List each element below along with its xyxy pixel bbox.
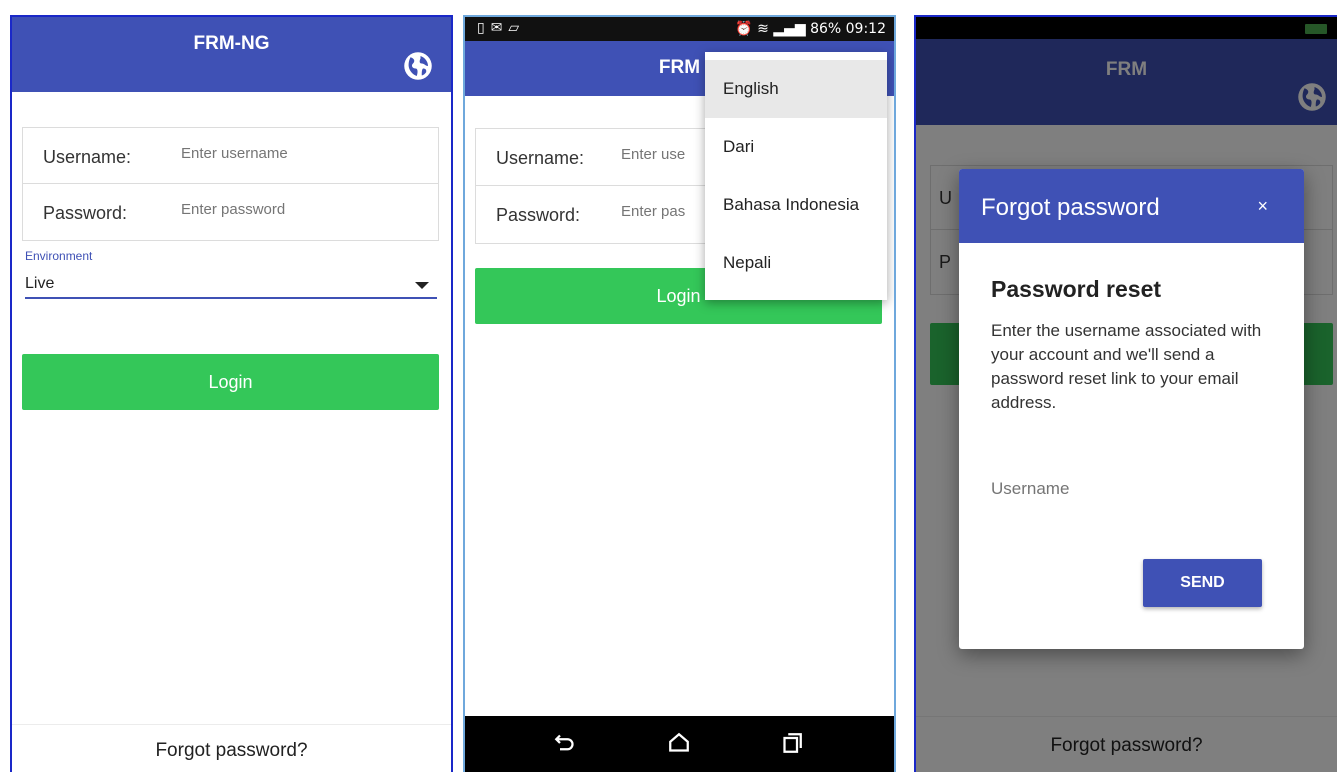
- forgot-password-dialog: Forgot password × Password reset Enter t…: [959, 169, 1304, 649]
- language-option-english[interactable]: English: [705, 60, 887, 118]
- panel-language-menu: ▯✉▱ ⏰ ≋ ▂▄▆ 86% 09:12 FRM Username: Pass…: [463, 15, 896, 772]
- panel-forgot-password-dialog: FRM U P Forgot password? Forgot password…: [914, 15, 1337, 772]
- dialog-title: Forgot password: [981, 194, 1160, 221]
- environment-select[interactable]: Live: [25, 271, 437, 299]
- password-input[interactable]: [621, 203, 701, 220]
- username-row: Username:: [23, 128, 438, 184]
- dropdown-arrow-icon: [415, 282, 429, 289]
- password-input[interactable]: [181, 201, 421, 218]
- close-button[interactable]: ×: [1257, 196, 1268, 217]
- status-bar: ▯✉▱ ⏰ ≋ ▂▄▆ 86% 09:12: [465, 17, 894, 41]
- login-button[interactable]: Login: [22, 354, 439, 410]
- forgot-password-link[interactable]: Forgot password?: [12, 724, 451, 772]
- android-nav-bar: [465, 716, 894, 772]
- environment-value: Live: [25, 275, 55, 292]
- language-option-dari[interactable]: Dari: [705, 118, 887, 176]
- recents-icon[interactable]: [777, 728, 807, 758]
- username-label: Username:: [43, 147, 132, 167]
- language-option-bahasa-indonesia[interactable]: Bahasa Indonesia: [705, 176, 887, 234]
- username-input[interactable]: [621, 146, 701, 163]
- status-readout: ⏰ ≋ ▂▄▆ 86% 09:12: [735, 21, 886, 37]
- login-form: Username: Password:: [22, 127, 439, 241]
- environment-label: Environment: [25, 249, 93, 263]
- username-input[interactable]: [181, 145, 421, 162]
- dialog-header: Forgot password ×: [959, 169, 1304, 243]
- back-icon[interactable]: [550, 728, 580, 758]
- username-label: Username:: [496, 148, 585, 168]
- app-title: FRM-NG: [193, 33, 270, 54]
- password-label: Password:: [43, 203, 128, 223]
- send-button[interactable]: SEND: [1143, 559, 1262, 607]
- globe-icon[interactable]: [403, 51, 433, 81]
- app-bar: FRM-NG: [12, 17, 451, 92]
- dialog-description: Enter the username associated with your …: [991, 321, 1262, 412]
- language-menu: English Dari Bahasa Indonesia Nepali: [705, 52, 887, 300]
- password-label: Password:: [496, 205, 581, 225]
- notification-icons: ▯✉▱: [477, 20, 526, 36]
- reset-username-input[interactable]: [991, 479, 1251, 499]
- language-option-nepali[interactable]: Nepali: [705, 234, 887, 292]
- password-row: Password:: [23, 184, 438, 240]
- dialog-heading: Password reset: [991, 276, 1162, 302]
- panel-login-screen: FRM-NG Username: Password: Environment L…: [10, 15, 453, 772]
- home-icon[interactable]: [664, 728, 694, 758]
